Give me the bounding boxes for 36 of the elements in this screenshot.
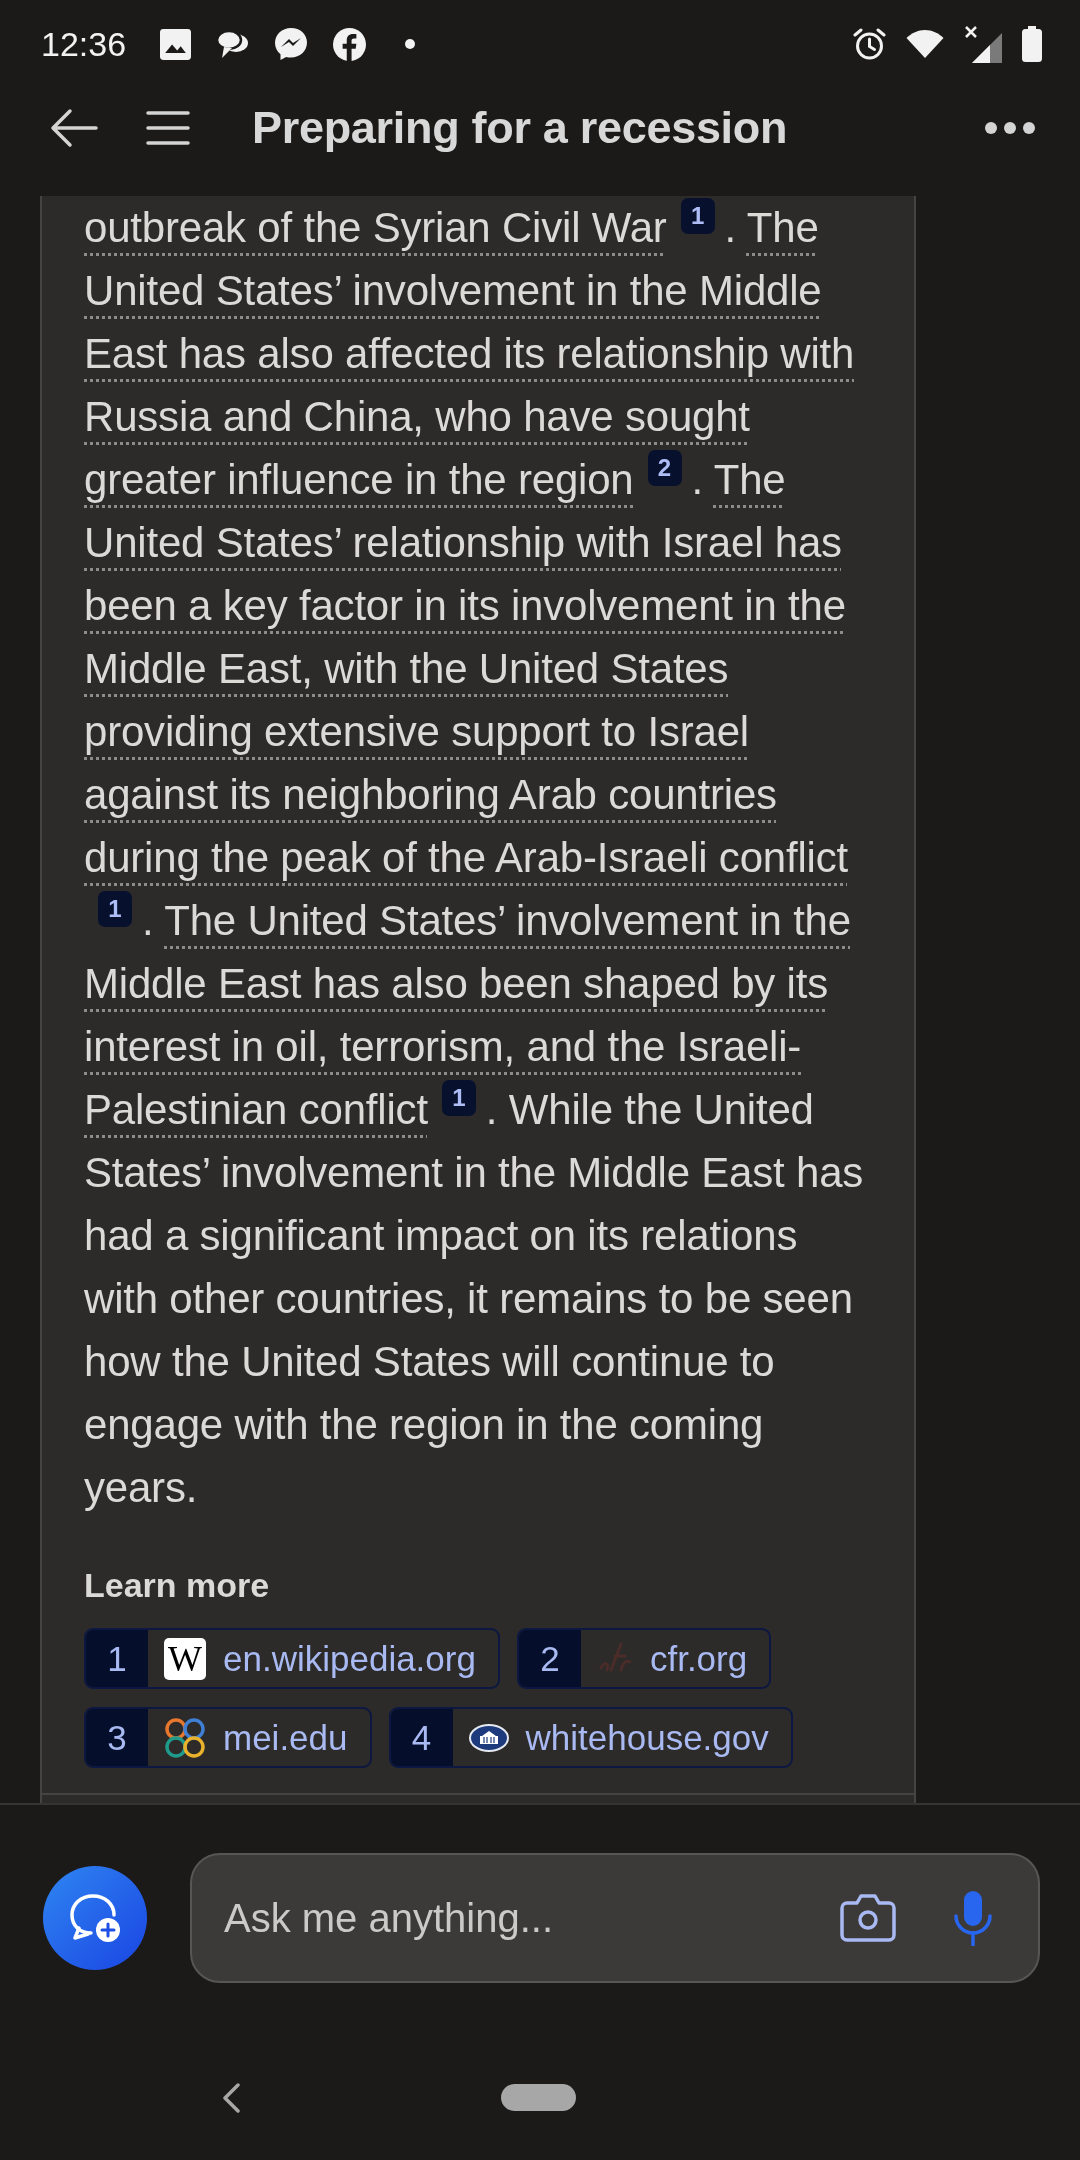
learn-more-heading: Learn more [84, 1565, 270, 1605]
message-input[interactable]: Ask me anything... [190, 1853, 1040, 1983]
knot-logo-icon [164, 1716, 206, 1759]
chat-bubbles-icon [216, 29, 250, 59]
letter-tile-icon: W [164, 1637, 206, 1680]
building-seal-icon [468, 1723, 509, 1752]
status-time: 12:36 [41, 24, 127, 64]
camera-icon[interactable] [840, 1894, 896, 1942]
alarm-icon [853, 27, 886, 61]
gallery-icon [160, 28, 192, 60]
page-title: Preparing for a recession [252, 101, 789, 155]
answer-text: outbreak of the Syrian Civil War 1 . The United States’ involvement in the Middle East has also affected its relationship with Russia and China, who have sought greater influence in the region 2 . The United States’ relationship with Israel has been a key factor in its involvement in the Middle East, with the United States providing extensive support to Israel against its neighboring Arab countries during the peak of the Arab-Israeli conflict 1 . The United States’ involvement in the Middle East has also been shaped by its interest in oil, terrorism, and the Israeli-Palestinian conflict 1 . While the United States’ involvement in the Middle East has had a significant impact on its relations with other countries, it remains to be seen how the United States will continue to engage with the region in the coming years. [84, 196, 880, 1519]
back-icon[interactable] [50, 108, 98, 148]
citation-badge[interactable]: 1 [441, 1080, 476, 1116]
source-number: 1 [86, 1630, 148, 1687]
source-link[interactable]: 4 whitehouse.gov [388, 1707, 793, 1768]
source-number: 2 [518, 1630, 581, 1687]
battery-icon [1022, 26, 1042, 62]
more-icon[interactable] [985, 122, 1035, 134]
citation-badge[interactable]: 1 [98, 891, 132, 927]
chat-plus-icon [69, 1893, 121, 1943]
f-circle-icon [333, 27, 367, 61]
home-pill[interactable] [501, 2084, 576, 2111]
wifi-icon [906, 29, 944, 59]
source-number: 3 [86, 1709, 148, 1766]
citation-badge[interactable]: 2 [647, 450, 682, 486]
bolt-bubble-icon [274, 27, 309, 61]
nav-back-icon[interactable] [222, 2082, 240, 2113]
dot-icon [405, 39, 416, 49]
signal-icon [964, 25, 1002, 63]
citation-badge[interactable]: 1 [680, 198, 715, 234]
source-number: 4 [390, 1709, 453, 1766]
source-link[interactable]: 2 cfr.org [516, 1628, 772, 1689]
source-link[interactable]: 1 W en.wikipedia.org [84, 1628, 500, 1689]
menu-icon[interactable] [146, 111, 190, 145]
source-link[interactable]: 3 mei.edu [84, 1707, 372, 1768]
